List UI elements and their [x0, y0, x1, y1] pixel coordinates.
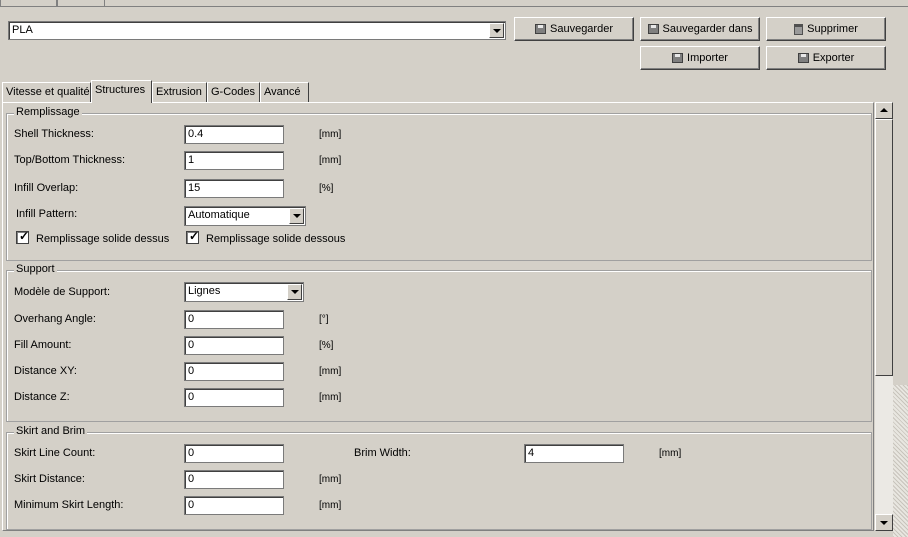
support-group-title: Support: [14, 263, 57, 275]
chevron-down-icon[interactable]: [489, 23, 504, 38]
fill-amount-input[interactable]: 0: [184, 336, 284, 355]
infill-overlap-label: Infill Overlap:: [14, 182, 79, 194]
scroll-up-icon[interactable]: [875, 102, 893, 119]
scroll-thumb[interactable]: [875, 119, 893, 376]
skirt-distance-unit: [mm]: [319, 474, 342, 485]
top-bottom-thickness-label: Top/Bottom Thickness:: [14, 154, 126, 166]
skirt-line-count-label: Skirt Line Count:: [14, 447, 96, 459]
shell-thickness-input[interactable]: 0.4: [184, 125, 284, 144]
export-button[interactable]: Exporter: [766, 46, 886, 70]
save-button[interactable]: Sauvegarder: [514, 17, 634, 41]
solid-bottom-label: Remplissage solide dessous: [206, 233, 346, 245]
support-model-label: Modèle de Support:: [14, 286, 111, 298]
support-group: [6, 270, 872, 422]
shell-thickness-label: Shell Thickness:: [14, 128, 94, 140]
tab-label: G-Codes: [211, 86, 256, 98]
top-bottom-thickness-unit: [mm]: [319, 155, 342, 166]
window-top-strip: [0, 0, 908, 7]
distance-xy-input[interactable]: 0: [184, 362, 284, 381]
delete-button[interactable]: Supprimer: [766, 17, 886, 41]
checkmark-icon: ✓: [19, 229, 30, 243]
skirt-group: [6, 432, 872, 530]
fill-amount-label: Fill Amount:: [14, 339, 72, 351]
skirt-distance-input[interactable]: 0: [184, 470, 284, 489]
fill-amount-unit: [%]: [319, 340, 334, 351]
top-bottom-thickness-input[interactable]: 1: [184, 151, 284, 170]
overhang-angle-unit: [°]: [319, 314, 329, 325]
brim-width-input[interactable]: 4: [524, 444, 624, 463]
skirt-distance-label: Skirt Distance:: [14, 473, 85, 485]
distance-z-input[interactable]: 0: [184, 388, 284, 407]
overhang-angle-label: Overhang Angle:: [14, 313, 96, 325]
infill-pattern-value: Automatique: [188, 209, 250, 221]
min-skirt-length-input[interactable]: 0: [184, 496, 284, 515]
save-in-button[interactable]: Sauvegarder dans: [640, 17, 760, 41]
save-in-button-label: Sauvegarder dans: [662, 23, 753, 35]
delete-button-label: Supprimer: [807, 23, 858, 35]
distance-z-label: Distance Z:: [14, 391, 70, 403]
infill-overlap-input[interactable]: 15: [184, 179, 284, 198]
brim-width-label: Brim Width:: [354, 447, 411, 459]
floppy-disk-icon: [647, 24, 659, 34]
infill-overlap-unit: [%]: [319, 183, 334, 194]
floppy-disk-icon: [535, 24, 546, 34]
trash-icon: [794, 23, 804, 35]
floppy-disk-icon: [797, 53, 809, 63]
profile-select[interactable]: PLA: [8, 21, 506, 40]
top-tab-1[interactable]: [0, 0, 57, 7]
chevron-down-icon[interactable]: [287, 284, 302, 300]
tab-label: Avancé: [264, 86, 301, 98]
overhang-angle-input[interactable]: 0: [184, 310, 284, 329]
resize-grip[interactable]: [893, 385, 908, 537]
shell-thickness-unit: [mm]: [319, 129, 342, 140]
solid-bottom-checkbox[interactable]: ✓: [186, 229, 200, 244]
tab-label: Vitesse et qualité: [6, 86, 90, 98]
skirt-group-title: Skirt and Brim: [14, 425, 88, 437]
distance-xy-label: Distance XY:: [14, 365, 77, 377]
tab-structures[interactable]: Structures: [91, 80, 152, 103]
tab-extrusion[interactable]: Extrusion: [152, 82, 207, 102]
infill-pattern-label: Infill Pattern:: [16, 208, 78, 220]
tab-label: Structures: [95, 84, 146, 96]
checkmark-icon: ✓: [189, 229, 200, 243]
min-skirt-length-label: Minimum Skirt Length:: [14, 499, 124, 511]
solid-top-checkbox[interactable]: ✓: [16, 229, 30, 244]
tab-label: Extrusion: [156, 86, 202, 98]
save-button-label: Sauvegarder: [550, 23, 613, 35]
tab-avance[interactable]: Avancé: [260, 82, 309, 102]
infill-pattern-select[interactable]: Automatique: [184, 206, 306, 226]
distance-z-unit: [mm]: [319, 392, 342, 403]
brim-width-unit: [mm]: [659, 448, 682, 459]
tab-vitesse-qualite[interactable]: Vitesse et qualité: [2, 82, 91, 102]
import-button-label: Importer: [687, 52, 728, 64]
import-button[interactable]: Importer: [640, 46, 760, 70]
scroll-down-icon[interactable]: [875, 514, 893, 531]
top-tab-2[interactable]: [57, 0, 105, 7]
chevron-down-icon[interactable]: [289, 208, 304, 224]
support-model-select[interactable]: Lignes: [184, 282, 304, 302]
skirt-line-count-input[interactable]: 0: [184, 444, 284, 463]
fill-group-title: Remplissage: [14, 106, 82, 118]
support-model-value: Lignes: [188, 285, 221, 297]
vertical-scrollbar[interactable]: [875, 102, 893, 531]
tab-gcodes[interactable]: G-Codes: [207, 82, 260, 102]
floppy-disk-icon: [672, 53, 684, 63]
profile-select-value: PLA: [12, 24, 33, 36]
min-skirt-length-unit: [mm]: [319, 500, 342, 511]
export-button-label: Exporter: [812, 52, 855, 64]
solid-top-label: Remplissage solide dessus: [36, 233, 170, 245]
distance-xy-unit: [mm]: [319, 366, 342, 377]
